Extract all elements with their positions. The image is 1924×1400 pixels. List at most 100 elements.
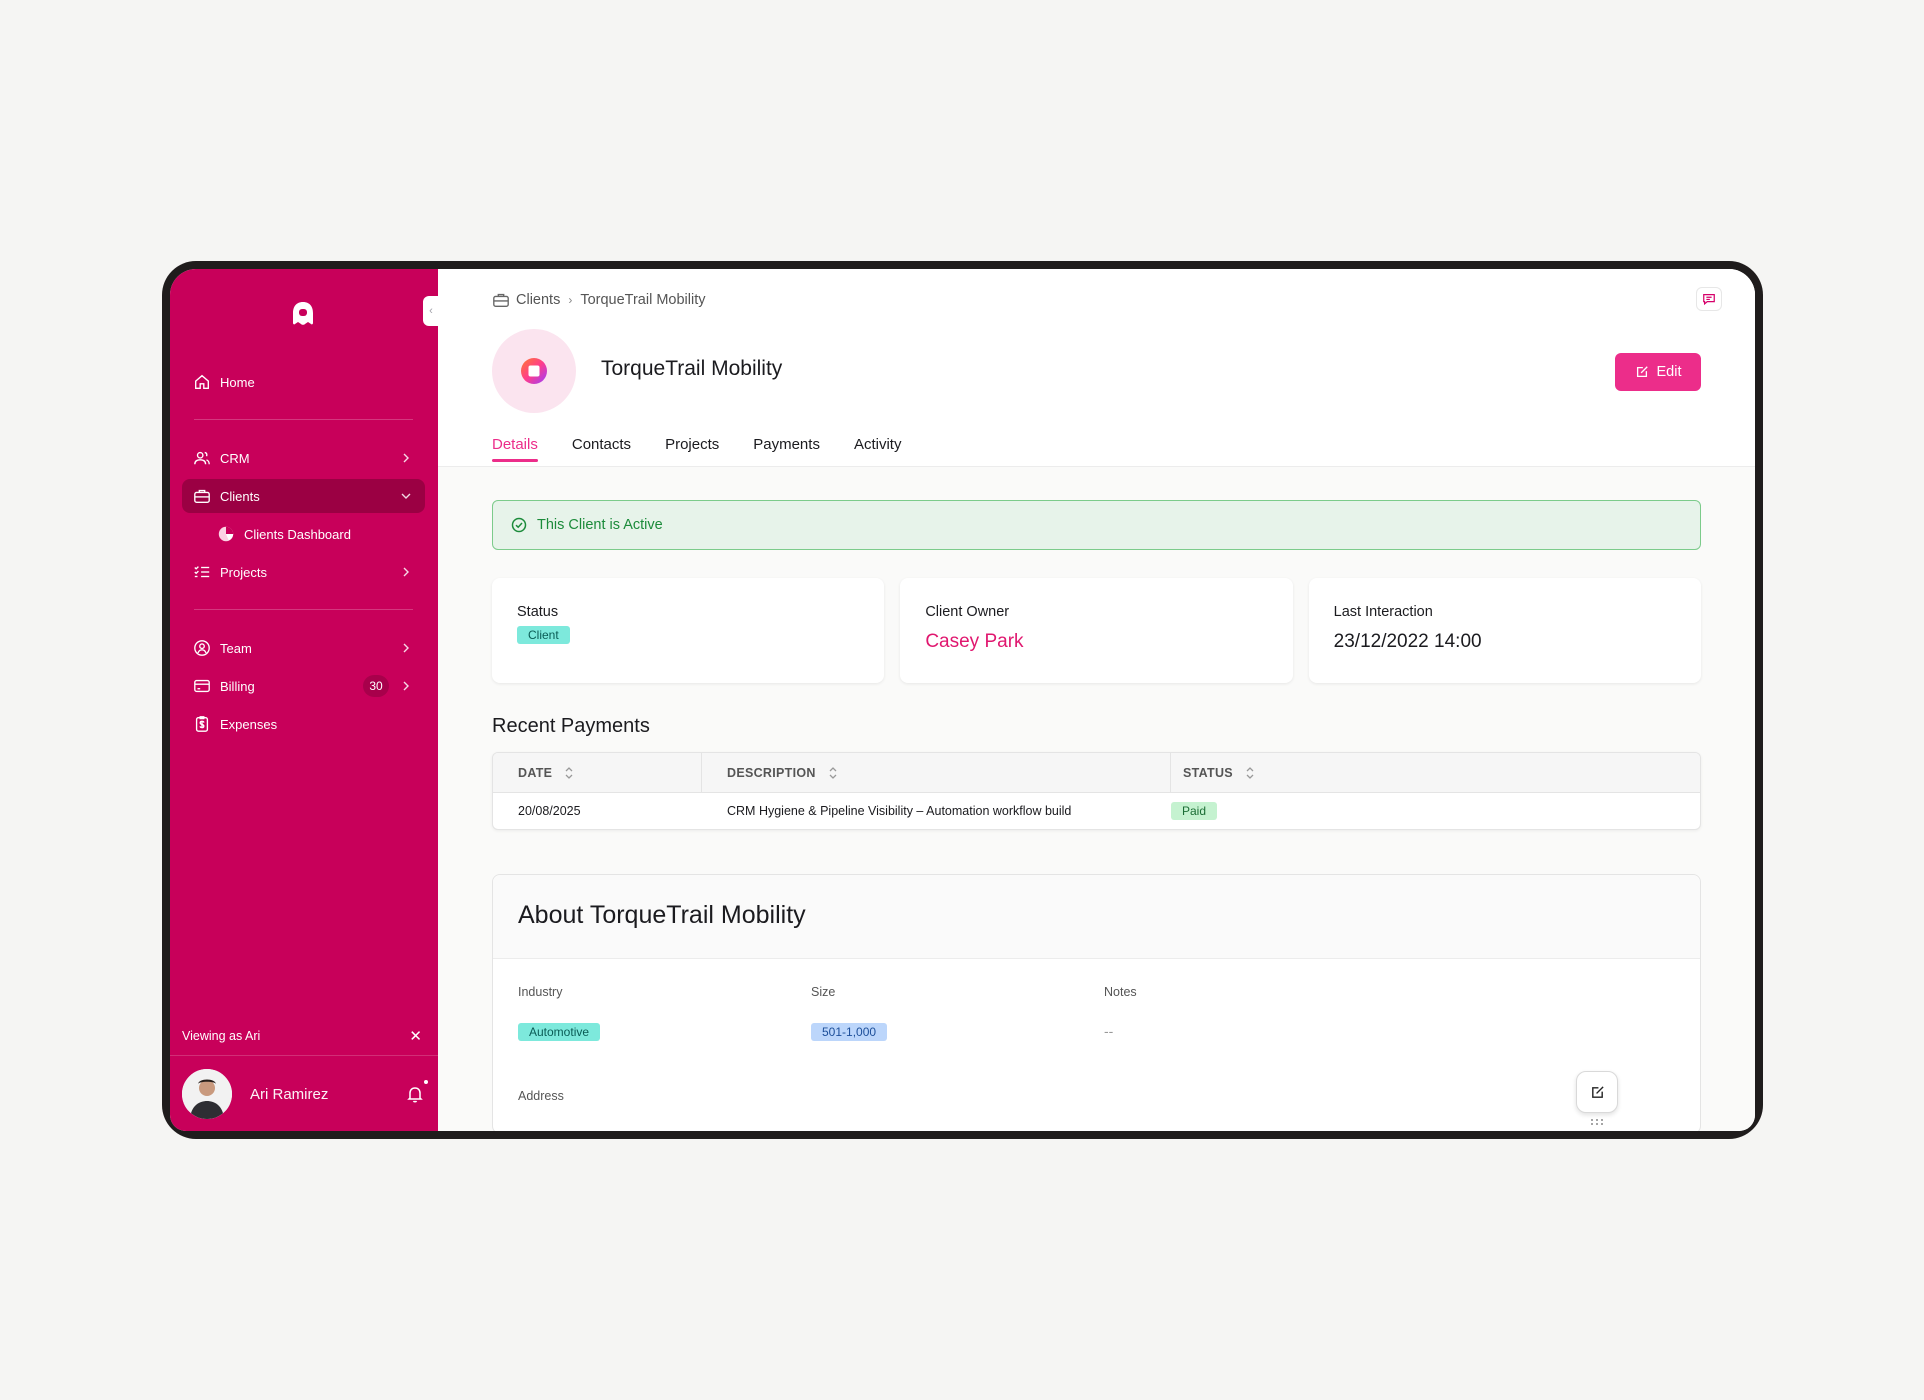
sort-icon — [1246, 766, 1254, 779]
pie-chart-icon — [216, 524, 236, 544]
status-card: Status Client — [492, 578, 885, 683]
industry-badge: Automotive — [518, 1023, 601, 1041]
client-owner-label: Client Owner — [925, 604, 1010, 620]
edit-button[interactable]: Edit — [1615, 353, 1701, 391]
alert-text: This Client is Active — [537, 517, 663, 533]
payment-status-cell: Paid — [1171, 802, 1700, 820]
status-badge: Paid — [1171, 802, 1218, 820]
edit-icon — [1591, 1085, 1604, 1098]
address-label: Address — [518, 1089, 564, 1103]
chevron-left-icon: ‹ — [429, 305, 433, 317]
column-header-description[interactable]: DESCRIPTION — [702, 753, 1171, 792]
last-interaction-value: 23/12/2022 14:00 — [1333, 631, 1482, 652]
active-client-alert: This Client is Active — [492, 500, 1701, 550]
chevron-right-icon — [403, 567, 409, 577]
chevron-down-icon — [401, 493, 411, 499]
size-field: Size 501-1,000 — [811, 985, 1104, 1041]
sidebar-item-billing[interactable]: Billing 30 — [182, 669, 425, 703]
client-logo — [492, 329, 576, 413]
sidebar-item-label: Projects — [220, 564, 267, 580]
stats-row: Status Client Client Owner Casey Park La… — [492, 578, 1701, 683]
nav-divider — [194, 419, 413, 420]
app-logo-icon[interactable] — [290, 300, 316, 326]
tab-projects[interactable]: Projects — [665, 436, 719, 461]
briefcase-icon — [192, 486, 212, 506]
team-icon — [192, 638, 212, 658]
sidebar: ‹ Home CRM Clients Clients Dashboard Pro… — [170, 269, 439, 1131]
sort-icon — [565, 766, 573, 779]
comments-button[interactable] — [1696, 287, 1722, 311]
home-icon — [192, 372, 212, 392]
chevron-right-icon — [403, 681, 409, 691]
industry-field: Industry Automotive — [518, 985, 811, 1041]
size-badge: 501-1,000 — [811, 1023, 888, 1041]
edit-icon — [1636, 366, 1648, 378]
user-name: Ari Ramirez — [250, 1085, 329, 1103]
user-profile[interactable]: Ari Ramirez — [182, 1069, 430, 1119]
about-title: About TorqueTrail Mobility — [493, 875, 1700, 959]
sidebar-divider — [170, 1055, 438, 1056]
notes-field: Notes -- — [1104, 985, 1397, 1041]
billing-count-badge: 30 — [363, 675, 389, 697]
tab-contacts[interactable]: Contacts — [572, 436, 631, 461]
sidebar-item-label: Billing — [220, 678, 255, 694]
payment-date: 20/08/2025 — [518, 804, 581, 818]
sidebar-item-projects[interactable]: Projects — [182, 555, 425, 589]
notes-label: Notes — [1104, 985, 1137, 999]
sidebar-item-label: Home — [220, 374, 255, 390]
recent-payments-title: Recent Payments — [492, 715, 650, 737]
main-content: Clients › TorqueTrail Mobility TorqueTra… — [438, 269, 1755, 1131]
nav-divider — [194, 609, 413, 610]
viewing-as-banner: Viewing as Ari ✕ — [182, 1027, 422, 1045]
breadcrumb-current: TorqueTrail Mobility — [580, 292, 706, 308]
edit-button-label: Edit — [1656, 364, 1682, 380]
floating-edit-button[interactable] — [1576, 1071, 1618, 1113]
sidebar-item-crm[interactable]: CRM — [182, 441, 425, 475]
column-header-label: DATE — [518, 765, 553, 780]
collapse-sidebar-button[interactable]: ‹ — [423, 296, 439, 326]
sidebar-item-team[interactable]: Team — [182, 631, 425, 665]
notification-dot — [422, 1078, 430, 1086]
sidebar-item-label: CRM — [220, 450, 250, 466]
industry-label: Industry — [518, 985, 563, 999]
table-header: DATE DESCRIPTION STATUS — [493, 753, 1700, 793]
checklist-icon — [192, 562, 212, 582]
breadcrumb-separator-icon: › — [568, 293, 573, 307]
last-interaction-card: Last Interaction 23/12/2022 14:00 — [1308, 578, 1701, 683]
sidebar-item-expenses[interactable]: Expenses — [182, 707, 425, 741]
sidebar-item-clients-dashboard[interactable]: Clients Dashboard — [182, 517, 425, 551]
briefcase-icon — [493, 293, 509, 307]
client-owner-link[interactable]: Casey Park — [925, 631, 1267, 653]
close-icon[interactable]: ✕ — [409, 1027, 422, 1045]
bell-icon[interactable] — [406, 1078, 430, 1103]
sidebar-item-clients[interactable]: Clients — [182, 479, 425, 513]
receipt-icon — [192, 714, 212, 734]
tab-activity[interactable]: Activity — [854, 436, 902, 461]
breadcrumb-clients-link[interactable]: Clients — [516, 292, 560, 308]
notes-value: -- — [1104, 1023, 1114, 1039]
avatar[interactable] — [182, 1069, 232, 1119]
payments-table: DATE DESCRIPTION STATUS 20/08/2025 CRM H… — [492, 752, 1701, 830]
sidebar-item-label: Team — [220, 640, 252, 656]
table-row[interactable]: 20/08/2025 CRM Hygiene & Pipeline Visibi… — [493, 793, 1700, 829]
status-label: Status — [517, 604, 559, 620]
tab-bar: Details Contacts Projects Payments Activ… — [492, 436, 902, 462]
sidebar-item-home[interactable]: Home — [182, 365, 425, 399]
breadcrumb: Clients › TorqueTrail Mobility — [492, 291, 706, 309]
app-window: ‹ Home CRM Clients Clients Dashboard Pro… — [170, 269, 1755, 1131]
sidebar-nav: Home CRM Clients Clients Dashboard Proje… — [182, 365, 425, 741]
sort-icon — [829, 766, 837, 779]
chevron-right-icon — [403, 453, 409, 463]
payment-description: CRM Hygiene & Pipeline Visibility – Auto… — [727, 804, 1072, 818]
users-icon — [192, 448, 212, 468]
credit-card-icon — [192, 676, 212, 696]
tab-details[interactable]: Details — [492, 436, 538, 462]
column-header-date[interactable]: DATE — [493, 753, 702, 792]
last-interaction-label: Last Interaction — [1333, 604, 1433, 620]
tab-payments[interactable]: Payments — [753, 436, 820, 461]
page-title: TorqueTrail Mobility — [601, 357, 783, 380]
sidebar-item-label: Clients Dashboard — [244, 526, 351, 542]
column-header-status[interactable]: STATUS — [1171, 753, 1700, 792]
drag-handle-icon[interactable] — [1590, 1118, 1604, 1126]
column-header-label: STATUS — [1183, 765, 1233, 780]
